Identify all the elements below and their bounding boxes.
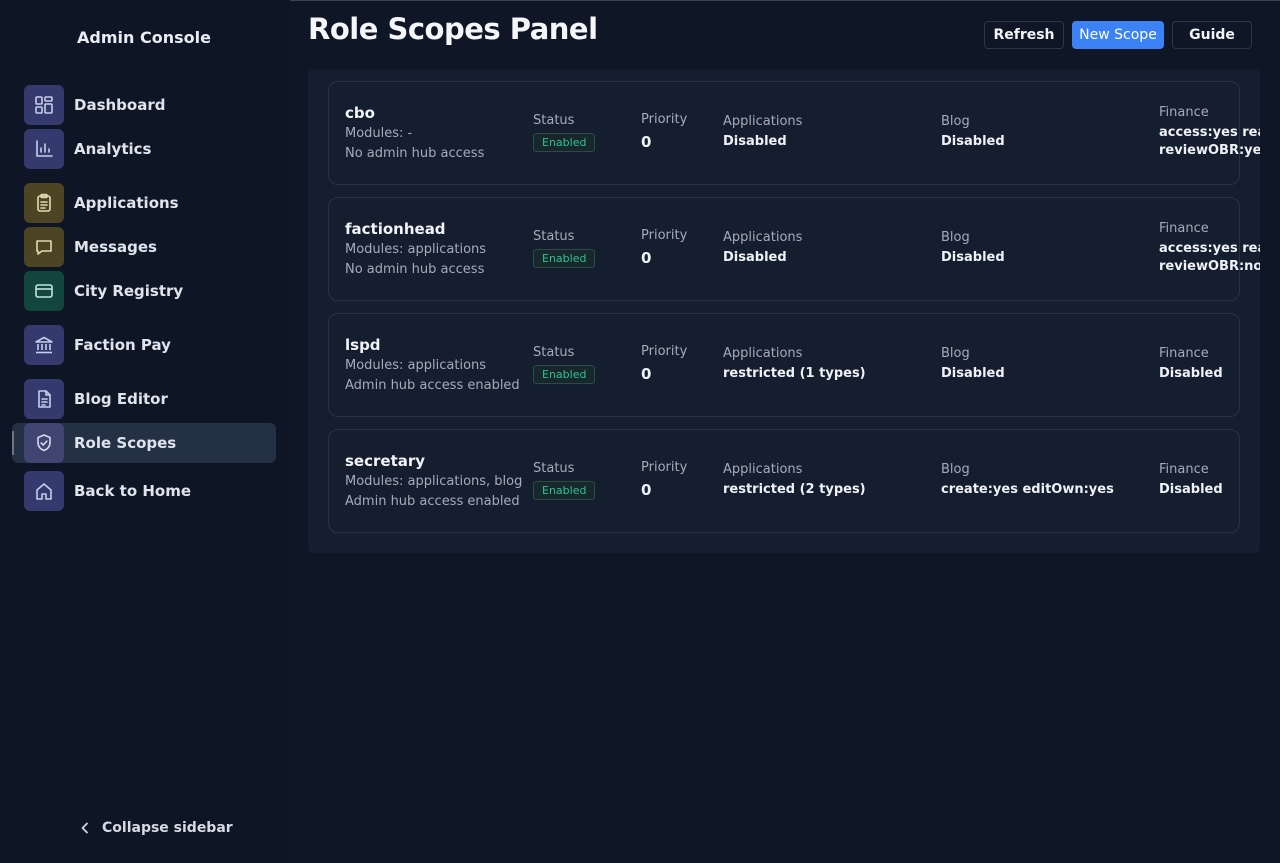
sidebar-item-label: Applications [74, 194, 179, 212]
finance-label: Finance [1159, 346, 1209, 361]
priority-label: Priority [641, 344, 688, 359]
finance-label: Finance [1159, 462, 1209, 477]
scope-modules: Modules: applications [345, 242, 487, 257]
scope-admin-access: Admin hub access enabled [345, 378, 520, 393]
blog-label: Blog [941, 346, 970, 361]
card-icon [24, 271, 64, 311]
status-label: Status [533, 229, 575, 244]
scope-admin-access: Admin hub access enabled [345, 494, 520, 509]
scope-admin-access: No admin hub access [345, 262, 485, 277]
chevron-left-icon [81, 822, 88, 834]
blog-value: Disabled [941, 250, 1005, 265]
refresh-button[interactable]: Refresh [984, 21, 1064, 49]
applications-label: Applications [723, 346, 803, 361]
sidebar-item-analytics[interactable]: Analytics [24, 129, 276, 169]
applications-label: Applications [723, 230, 803, 245]
applications-value: restricted (1 types) [723, 366, 866, 381]
sidebar-item-messages[interactable]: Messages [24, 227, 276, 267]
sidebar-item-label: Dashboard [74, 96, 166, 114]
blog-label: Blog [941, 114, 970, 129]
page-title: Role Scopes Panel [308, 12, 598, 46]
blog-value: Disabled [941, 366, 1005, 381]
bar-chart-icon [24, 129, 64, 169]
scope-card-cbo[interactable]: cbo Modules: - No admin hub access Statu… [328, 81, 1260, 185]
scope-name: lspd [345, 336, 381, 354]
shield-check-icon [24, 423, 64, 463]
applications-value: Disabled [723, 134, 787, 149]
home-icon [24, 471, 64, 511]
sidebar-item-blog-editor[interactable]: Blog Editor [24, 379, 276, 419]
blog-label: Blog [941, 230, 970, 245]
blog-value: create:yes editOwn:yes [941, 482, 1114, 497]
applications-value: Disabled [723, 250, 787, 265]
sidebar-item-label: City Registry [74, 282, 184, 300]
sidebar-item-role-scopes[interactable]: Role Scopes [12, 423, 276, 463]
scopes-panel: cbo Modules: - No admin hub access Statu… [308, 69, 1260, 553]
scope-card-factionhead[interactable]: factionhead Modules: applications No adm… [328, 197, 1260, 301]
priority-value: 0 [641, 481, 652, 499]
sidebar-item-applications[interactable]: Applications [24, 183, 276, 223]
sidebar-item-label: Role Scopes [74, 434, 177, 452]
priority-label: Priority [641, 112, 688, 127]
scope-modules: Modules: applications [345, 358, 487, 373]
sidebar-item-label: Back to Home [74, 482, 192, 500]
sidebar-item-label: Analytics [74, 140, 152, 158]
scope-card-lspd[interactable]: lspd Modules: applications Admin hub acc… [328, 313, 1240, 417]
priority-label: Priority [641, 460, 688, 475]
finance-label: Finance [1159, 221, 1209, 236]
applications-value: restricted (2 types) [723, 482, 866, 497]
finance-value-line1: Disabled [1159, 366, 1223, 381]
status-badge: Enabled [533, 365, 596, 384]
scope-card-secretary[interactable]: secretary Modules: applications, blog Ad… [328, 429, 1240, 533]
document-icon [24, 379, 64, 419]
applications-label: Applications [723, 114, 803, 129]
finance-value-line1: access:yes read:yes [1159, 241, 1260, 256]
sidebar-item-back-to-home[interactable]: Back to Home [24, 471, 276, 511]
scope-name: factionhead [345, 220, 446, 238]
new-scope-button[interactable]: New Scope [1072, 21, 1164, 49]
scope-name: cbo [345, 104, 375, 122]
sidebar-item-label: Messages [74, 238, 157, 256]
collapse-sidebar-button[interactable]: Collapse sidebar [80, 820, 233, 836]
sidebar-item-faction-pay[interactable]: Faction Pay [24, 325, 276, 365]
finance-value-line2: reviewOBR:yes [1159, 143, 1260, 158]
finance-value-line2: reviewOBR:no [1159, 259, 1260, 274]
finance-label: Finance [1159, 105, 1209, 120]
applications-label: Applications [723, 462, 803, 477]
sidebar: Admin Console Dashboard Analytics Applic… [0, 0, 290, 863]
scope-name: secretary [345, 452, 426, 470]
blog-value: Disabled [941, 134, 1005, 149]
scope-modules: Modules: - [345, 126, 413, 141]
status-label: Status [533, 345, 575, 360]
guide-button[interactable]: Guide [1172, 21, 1252, 49]
status-badge: Enabled [533, 133, 596, 152]
sidebar-item-label: Blog Editor [74, 390, 168, 408]
priority-value: 0 [641, 249, 652, 267]
bank-icon [24, 325, 64, 365]
clipboard-icon [24, 183, 64, 223]
dashboard-icon [24, 85, 64, 125]
collapse-sidebar-label: Collapse sidebar [102, 820, 233, 836]
sidebar-item-label: Faction Pay [74, 336, 171, 354]
message-icon [24, 227, 64, 267]
status-label: Status [533, 113, 575, 128]
scope-admin-access: No admin hub access [345, 146, 485, 161]
status-label: Status [533, 461, 575, 476]
blog-label: Blog [941, 462, 970, 477]
finance-value-line1: Disabled [1159, 482, 1223, 497]
sidebar-title: Admin Console [77, 28, 211, 47]
priority-value: 0 [641, 365, 652, 383]
priority-label: Priority [641, 228, 688, 243]
sidebar-item-dashboard[interactable]: Dashboard [24, 85, 276, 125]
sidebar-item-city-registry[interactable]: City Registry [24, 271, 276, 311]
finance-value-line1: access:yes read:yes [1159, 125, 1260, 140]
scope-modules: Modules: applications, blog [345, 474, 523, 489]
status-badge: Enabled [533, 481, 596, 500]
priority-value: 0 [641, 133, 652, 151]
status-badge: Enabled [533, 249, 596, 268]
